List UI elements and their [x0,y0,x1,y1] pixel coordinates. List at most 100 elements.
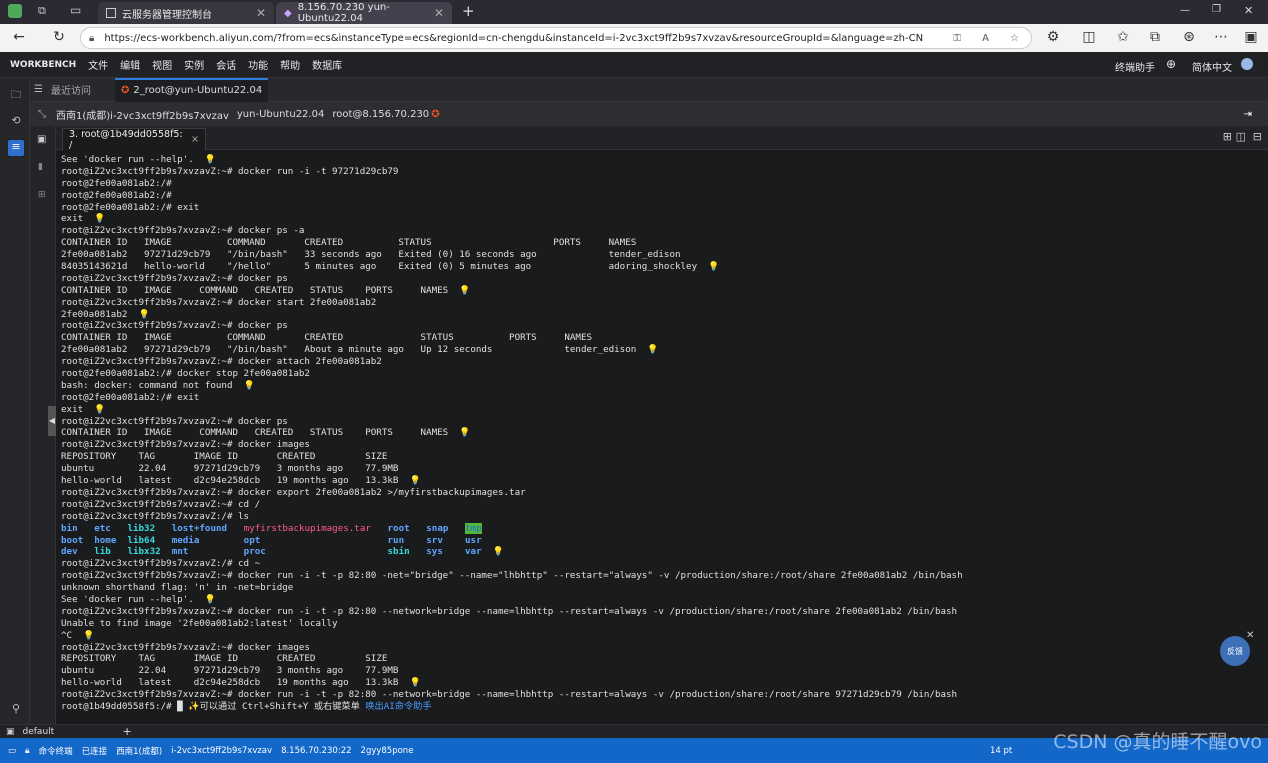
terminal-line: 2fe00a081ab2 97271d29cb79 "/bin/bash" 33… [61,249,1268,261]
split-add-icon[interactable]: ⊞ [1223,130,1232,143]
history-icon[interactable]: ⟲ [8,114,24,130]
file-manager-icon[interactable]: 🗀 [8,86,24,102]
sidebar-icon[interactable]: ▣ [1242,29,1260,45]
back-icon[interactable]: ← [10,29,28,45]
profile-icon[interactable] [8,4,22,18]
menu-edit[interactable]: 编辑 [120,57,140,72]
read-aloud-icon[interactable]: A [982,33,989,44]
terminal-line: 2fe00a081ab2 💡 [61,309,1268,321]
lightbulb-icon[interactable]: 💡 [409,476,420,486]
split-vertical-icon[interactable]: ◫ [1236,130,1246,143]
terminal-line: root@2fe00a081ab2:/# [61,178,1268,190]
terminal-icon[interactable]: ▣ [37,134,46,145]
terminal-text: usr [465,534,482,546]
pin-icon[interactable]: ⚲ [8,702,24,718]
terminal-text: var [465,546,482,558]
terminal-list-icon[interactable]: ≡ [8,140,24,156]
menu-database[interactable]: 数据库 [312,57,342,72]
terminal-text: 2fe00a081ab2 97271d29cb79 "/bin/bash" Ab… [61,344,648,356]
list-icon[interactable]: ☰ [34,84,43,95]
menu-file[interactable]: 文件 [88,57,108,72]
lightbulb-icon[interactable]: 💡 [493,547,504,557]
status-ip: 8.156.70.230:22 [281,745,352,756]
file-icon[interactable]: ▮ [38,162,43,172]
minimize-button[interactable]: — [1180,5,1190,16]
lightbulb-icon[interactable]: 💡 [459,428,470,438]
collections-icon[interactable]: ⧉ [1146,29,1164,45]
lightbulb-icon[interactable]: 💡 [94,405,105,415]
profile-tab[interactable]: default [23,727,123,737]
session-tab[interactable]: ✪ 2_root@yun-Ubuntu22.04 [114,77,269,102]
terminal-text: proc [243,546,266,558]
terminal-line: REPOSITORY TAG IMAGE ID CREATED SIZE [61,451,1268,463]
add-circle-icon[interactable]: ⊕ [1166,57,1176,71]
terminal-text: CONTAINER ID IMAGE COMMAND CREATED STATU… [61,427,460,439]
lightbulb-icon[interactable]: 💡 [244,381,255,391]
status-font-size[interactable]: 14 pt [990,746,1012,756]
lightbulb-icon[interactable]: 💡 [83,631,94,641]
user-avatar-icon[interactable] [1241,58,1253,70]
lightbulb-icon[interactable]: 💡 [138,310,149,320]
lightbulb-icon[interactable]: 💡 [94,214,105,224]
menu-view[interactable]: 视图 [152,57,172,72]
lightbulb-icon[interactable]: 💡 [205,595,216,605]
lightbulb-icon[interactable]: 💡 [205,155,216,165]
terminal-text[interactable]: 唤出AI命令助手 [365,701,431,712]
grid-icon[interactable]: ⊞ [38,190,46,200]
fab-close-icon[interactable]: ✕ [1246,630,1254,641]
status-mode: 命令终端 [38,746,73,757]
favorites-icon[interactable]: ✩ [1114,29,1132,45]
terminal-line: root@2fe00a081ab2:/# exit [61,392,1268,404]
lightbulb-icon[interactable]: 💡 [708,262,719,272]
browser-tab-console[interactable]: 云服务器管理控制台 ✕ [98,2,274,24]
terminal-line: unknown shorthand flag: 'n' in -net=brid… [61,582,1268,594]
more-icon[interactable]: ⋯ [1212,29,1230,45]
lightbulb-icon[interactable]: 💡 [647,345,658,355]
close-window-button[interactable]: ✕ [1244,4,1253,17]
menu-instance[interactable]: 实例 [184,57,204,72]
menu-session[interactable]: 会话 [216,57,236,72]
aliyun-favicon [106,8,116,18]
key-icon[interactable]: ⚿ [953,33,961,44]
instance-region: 西南1(成都)i-2vc3xct9ff2b9s7xvzav [56,110,229,122]
menu-help[interactable]: 帮助 [280,57,300,72]
language-button[interactable]: 简体中文 [1192,59,1232,74]
terminal-line: bash: docker: command not found 💡 [61,380,1268,392]
workspaces-icon[interactable]: ⧉ [38,4,46,18]
menu-features[interactable]: 功能 [248,57,268,72]
restore-button[interactable]: ❐ [1212,4,1221,15]
recent-access-tab[interactable]: 最近访问 [51,82,91,97]
lightbulb-icon[interactable]: 💡 [409,678,420,688]
collapse-handle[interactable]: ◀ [48,406,56,436]
close-icon[interactable]: × [191,134,199,145]
split-horizontal-icon[interactable]: ⊟ [1253,130,1262,143]
workbench-menubar: WORKBENCH 文件 编辑 视图 实例 会话 功能 帮助 数据库 终端助手 … [0,52,1268,78]
vpn-icon[interactable]: ⊛ [1180,29,1198,45]
favorite-icon[interactable]: ☆ [1010,33,1019,44]
terminal-text: root@2fe00a081ab2:/# [61,177,172,189]
terminal-tab[interactable]: 3. root@1b49dd0558f5: / × [62,128,206,151]
terminal-line: bin etc lib32 lost+found myfirstbackupim… [61,522,1268,535]
terminal-line: root@iZ2vc3xct9ff2b9s7xvzavZ:~# docker r… [61,166,1268,178]
split-screen-icon[interactable]: ◫ [1080,29,1098,45]
exit-icon[interactable]: ⇥ [1244,109,1252,120]
new-tab-button[interactable]: + [462,2,475,20]
browser-tab-terminal[interactable]: ◆ 8.156.70.230 yun-Ubuntu22.04 ✕ [276,2,452,24]
terminal-assistant-button[interactable]: 终端助手 [1115,59,1155,74]
url-field[interactable]: 🔒︎ https://ecs-workbench.aliyun.com/?fro… [80,27,1032,49]
lightbulb-icon[interactable]: 💡 [459,286,470,296]
terminal-line: root@iZ2vc3xct9ff2b9s7xvzavZ:~# docker s… [61,297,1268,309]
close-icon[interactable]: ✕ [256,6,266,20]
add-profile-button[interactable]: + [123,725,132,738]
close-icon[interactable]: ✕ [434,6,444,20]
collapse-icon[interactable]: ⤡ [38,109,46,120]
refresh-icon[interactable]: ↻ [50,29,68,45]
terminal-output[interactable]: See 'docker run --help'. 💡 root@iZ2vc3xct… [56,150,1268,724]
extensions-icon[interactable]: ⚙ [1044,29,1062,45]
tab-actions-icon[interactable]: ▭ [70,3,81,17]
